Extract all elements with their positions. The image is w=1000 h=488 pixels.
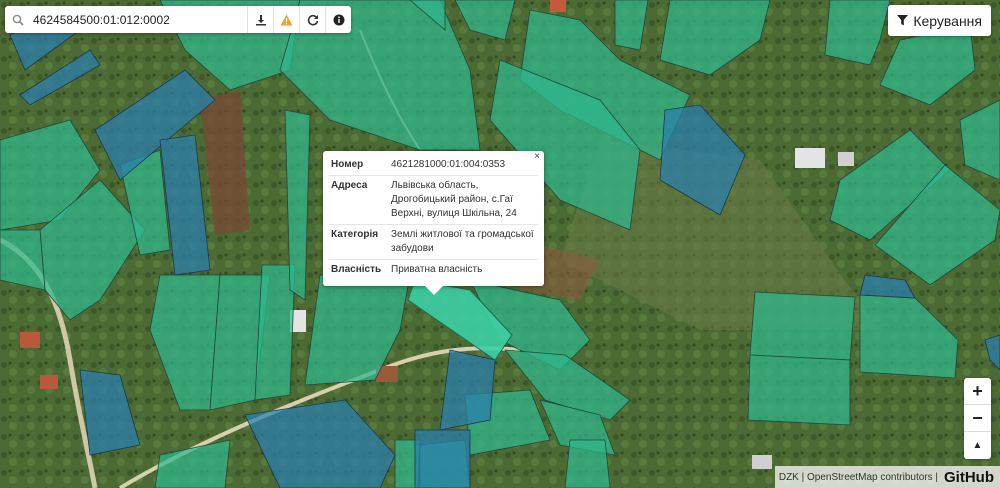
parcel-popup: × Номер 4621281000:01:004:0353 Адреса Ль…: [323, 151, 544, 295]
github-link[interactable]: GitHub: [944, 469, 994, 486]
info-icon: [333, 14, 344, 25]
building: [838, 152, 854, 166]
parcel[interactable]: [0, 229, 46, 291]
table-row: Власність Приватна власність: [329, 260, 538, 281]
attribution-text: DZK | OpenStreetMap contributors |: [778, 471, 938, 483]
download-button[interactable]: [247, 6, 273, 33]
close-icon[interactable]: ×: [534, 152, 540, 162]
building: [752, 455, 772, 469]
download-icon: [255, 14, 266, 25]
info-button[interactable]: [325, 6, 351, 33]
warning-icon: [280, 14, 293, 25]
building: [40, 375, 58, 389]
parcel[interactable]: [414, 429, 471, 488]
table-row: Адреса Львівська область, Дрогобицький р…: [329, 175, 538, 225]
row-key: Номер: [329, 155, 389, 176]
control-button-label: Керування: [913, 12, 982, 29]
row-key: Категорія: [329, 224, 389, 260]
search-icon: [5, 6, 31, 33]
parcel-info-table: Номер 4621281000:01:004:0353 Адреса Льві…: [329, 155, 538, 280]
zoom-in-button[interactable]: +: [964, 378, 991, 405]
parcel[interactable]: [564, 439, 611, 488]
warning-button[interactable]: [273, 6, 299, 33]
map-viewport[interactable]: Керування × Номер 4621281000:01:004:0353…: [0, 0, 1000, 488]
filter-icon: [897, 15, 909, 26]
north-arrow-icon: ▲: [972, 440, 983, 451]
parcel[interactable]: [749, 291, 856, 361]
popup-tip: [425, 286, 443, 295]
attribution: DZK | OpenStreetMap contributors | GitHu…: [774, 466, 1000, 488]
refresh-button[interactable]: [299, 6, 325, 33]
search-bar: [5, 6, 351, 33]
parcel[interactable]: [439, 349, 496, 431]
parcel[interactable]: [254, 264, 296, 401]
row-value: Львівська область, Дрогобицький район, с…: [389, 175, 538, 225]
row-key: Адреса: [329, 175, 389, 225]
building: [795, 148, 825, 168]
refresh-icon: [307, 14, 318, 25]
row-key: Власність: [331, 264, 382, 275]
row-value: 4621281000:01:004:0353: [389, 155, 538, 176]
row-value: Приватна власність: [391, 264, 483, 275]
zoom-control: + − ▲: [964, 378, 991, 459]
table-row: Номер 4621281000:01:004:0353: [329, 155, 538, 176]
search-input[interactable]: [31, 8, 247, 31]
reset-north-button[interactable]: ▲: [964, 432, 991, 459]
control-button[interactable]: Керування: [888, 5, 991, 36]
building: [20, 332, 40, 348]
building: [550, 0, 566, 12]
row-value: Землі житлової та громадської забудови: [389, 224, 538, 260]
table-row: Категорія Землі житлової та громадської …: [329, 224, 538, 260]
zoom-out-button[interactable]: −: [964, 405, 991, 432]
parcel[interactable]: [747, 354, 851, 426]
